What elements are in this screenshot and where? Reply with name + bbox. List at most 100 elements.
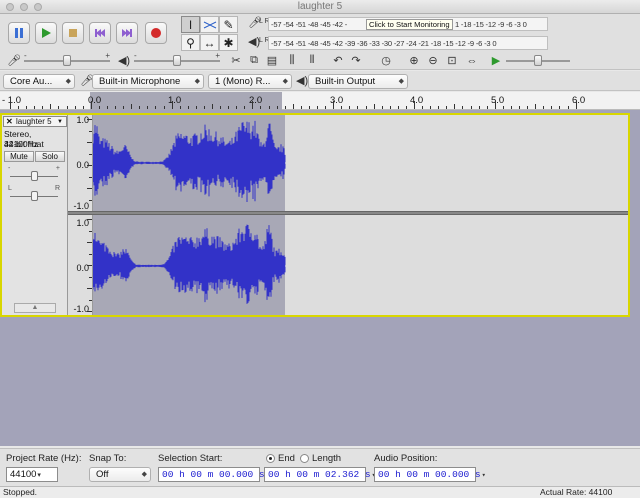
- ruler-tick: [195, 106, 197, 109]
- cut-icon[interactable]: ✂: [226, 52, 246, 69]
- copy-icon[interactable]: ⧉: [244, 52, 264, 69]
- track-menu-dropdown-icon[interactable]: ▼: [57, 118, 63, 127]
- ruler-tick: [34, 106, 36, 109]
- gain-slider[interactable]: - +: [8, 165, 60, 183]
- stop-button[interactable]: [62, 22, 84, 44]
- selection-start-field[interactable]: 00 h 00 m 00.000 s▾: [158, 467, 270, 482]
- zoom-tool[interactable]: ⚲: [181, 34, 200, 51]
- envelope-tool[interactable]: [200, 16, 219, 33]
- multi-tool[interactable]: ✱: [219, 34, 238, 51]
- audio-host-select[interactable]: Core Au... ◆: [3, 74, 75, 89]
- ruler-tick: [365, 106, 367, 109]
- input-channels-select[interactable]: 1 (Mono) R... ◆: [208, 74, 292, 89]
- fit-project-icon[interactable]: ⇔: [462, 52, 482, 69]
- track-bit-depth: 32-bit float: [4, 139, 44, 149]
- magnifier-icon: ⚲: [186, 35, 195, 50]
- time-shift-tool[interactable]: ↔: [200, 34, 219, 51]
- record-volume-slider[interactable]: - +: [24, 51, 110, 69]
- paste-icon[interactable]: ▤: [262, 52, 282, 69]
- sync-lock-icon[interactable]: ◷: [376, 52, 396, 69]
- amplitude-label: 1.0: [76, 115, 89, 125]
- start-monitoring-tooltip[interactable]: Click to Start Monitoring: [366, 19, 453, 30]
- collapse-track-button[interactable]: ▲: [14, 303, 56, 313]
- selection-end-value: 00 h 00 m 02.362 s: [268, 469, 371, 480]
- output-device-select[interactable]: Built-in Output ◆: [308, 74, 408, 89]
- amplitude-ruler[interactable]: 1.0 0.0 -1.0 1.0 0.0 -1.0: [68, 115, 93, 315]
- amplitude-tick: [89, 299, 92, 301]
- asterisk-icon: ✱: [223, 35, 234, 50]
- audio-track[interactable]: ✕ laughter 5 ▼ Stereo, 44100Hz 32-bit fl…: [0, 113, 630, 317]
- redo-icon[interactable]: ↷: [346, 52, 366, 69]
- ruler-tick: [123, 106, 125, 109]
- amplitude-tick: [89, 253, 92, 255]
- mute-button[interactable]: Mute: [4, 151, 34, 162]
- pencil-icon: ✎: [223, 17, 234, 32]
- playback-meter-scale: -57 -54 -51 -48 -45 -42 -39 -36 -33 -30 …: [271, 39, 497, 48]
- pause-button[interactable]: [8, 22, 30, 44]
- playback-volume-thumb[interactable]: [173, 55, 181, 66]
- channel-separator[interactable]: [68, 211, 628, 215]
- select-caret-icon: ◆: [398, 78, 404, 85]
- undo-icon[interactable]: ↶: [328, 52, 348, 69]
- ruler-tick: [381, 106, 383, 109]
- ruler-tick: [317, 106, 319, 109]
- waveform-area[interactable]: [93, 115, 628, 315]
- timeline-ruler[interactable]: - 1.0 0.0 1.0 2.0 3.0 4.0 5.0 6.0: [0, 92, 640, 110]
- gain-slider-thumb[interactable]: [31, 171, 38, 181]
- close-track-icon[interactable]: ✕: [6, 117, 13, 126]
- ruler-label: 6.0: [572, 95, 586, 106]
- track-name-menu[interactable]: ✕ laughter 5 ▼: [3, 116, 67, 127]
- trim-audio-icon[interactable]: ⫼: [282, 52, 302, 69]
- playback-volume-slider[interactable]: - +: [134, 51, 220, 69]
- title-bar: laughter 5: [0, 0, 640, 14]
- waveform-display: [93, 120, 628, 304]
- silence-audio-icon[interactable]: ⫴: [302, 52, 322, 69]
- amplitude-tick: [87, 119, 92, 120]
- fit-selection-icon[interactable]: ⊡: [442, 52, 462, 69]
- audio-position-field[interactable]: 00 h 00 m 00.000 s▾: [374, 467, 486, 482]
- ruler-label: - 1.0: [2, 95, 22, 106]
- record-volume-thumb[interactable]: [63, 55, 71, 66]
- record-icon: [151, 28, 161, 38]
- minimize-window-icon[interactable]: [20, 3, 28, 11]
- skip-to-start-icon: [95, 29, 105, 37]
- ruler-tick: [115, 106, 117, 109]
- record-button[interactable]: [145, 22, 167, 44]
- double-arrow-icon: ↔: [203, 35, 216, 50]
- zoom-window-icon[interactable]: [34, 3, 42, 11]
- end-radio[interactable]: [266, 454, 275, 463]
- select-caret-icon: ◆: [194, 78, 200, 85]
- zoom-in-icon[interactable]: ⊕: [404, 52, 424, 69]
- amplitude-tick: [87, 288, 92, 289]
- snap-to-select[interactable]: Off ◆: [89, 467, 151, 482]
- selection-end-field[interactable]: 00 h 00 m 02.362 s▾: [264, 467, 376, 482]
- solo-button[interactable]: Solo: [35, 151, 65, 162]
- skip-to-end-icon: [122, 29, 132, 37]
- ruler-tick: [510, 106, 512, 109]
- play-at-speed-icon[interactable]: ▶: [486, 52, 506, 69]
- ruler-tick: [98, 106, 100, 109]
- ruler-tick: [203, 106, 205, 109]
- playback-meter[interactable]: -57 -54 -51 -48 -45 -42 -39 -36 -33 -30 …: [268, 36, 548, 50]
- pan-slider-thumb[interactable]: [31, 191, 38, 201]
- ruler-tick: [551, 106, 553, 109]
- track-area[interactable]: ✕ laughter 5 ▼ Stereo, 44100Hz 32-bit fl…: [0, 110, 640, 446]
- skip-to-start-button[interactable]: [89, 22, 111, 44]
- input-device-select[interactable]: Built-in Microphone ◆: [92, 74, 204, 89]
- play-at-speed-slider[interactable]: [506, 52, 570, 69]
- pan-slider[interactable]: L R: [8, 185, 60, 203]
- project-rate-field[interactable]: 44100▾: [6, 467, 58, 482]
- ruler-tick: [519, 106, 521, 109]
- close-window-icon[interactable]: [6, 3, 14, 11]
- play-at-speed-thumb[interactable]: [534, 55, 542, 66]
- audio-host-value: Core Au...: [10, 76, 53, 87]
- draw-tool[interactable]: ✎: [219, 16, 238, 33]
- ruler-tick: [470, 106, 472, 109]
- length-radio[interactable]: [300, 454, 309, 463]
- ruler-tick: [333, 101, 335, 109]
- selection-tool[interactable]: I: [181, 16, 200, 33]
- skip-to-end-button[interactable]: [116, 22, 138, 44]
- play-button[interactable]: [35, 22, 57, 44]
- zoom-out-icon[interactable]: ⊖: [423, 52, 443, 69]
- ruler-tick: [42, 106, 44, 109]
